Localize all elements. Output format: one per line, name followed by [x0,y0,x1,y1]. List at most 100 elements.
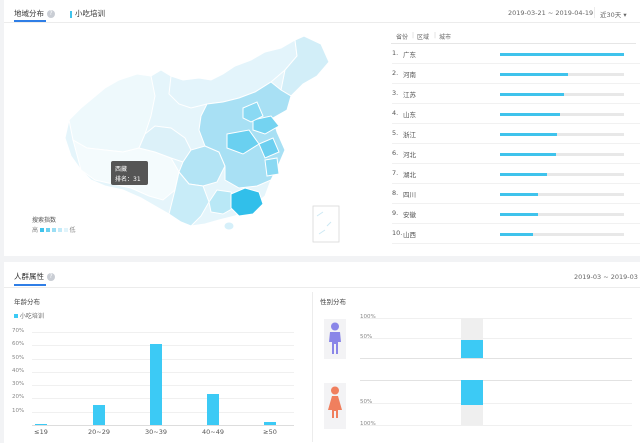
map-legend: 高 低 [32,225,76,234]
ranking-bar-fill [500,73,569,76]
ranking-bar-fill [500,153,556,156]
ranking-bar-track [500,173,624,176]
ranking-row: 9. 安徽 [392,204,640,224]
period-select[interactable]: 近30天 ▾ [600,9,627,19]
period-label: 近30天 [600,11,622,19]
ranking-row: 2. 河南 [392,64,640,84]
map-tooltip: 西藏 排名：31 [111,161,148,185]
map-region-zhejiang [264,157,280,177]
legend-swatch [45,228,50,232]
ranking-province: 湖北 [403,171,416,179]
date-range: 2019-03-21 ~ 2019-04-19 [508,9,594,17]
female-icon [328,386,342,418]
ranking-bar-fill [500,233,534,236]
ranking-tab-province[interactable]: 省份 [396,32,408,41]
ranking-number: 9. [392,209,399,217]
ranking-bar-track [500,153,624,156]
header-divider [594,7,595,18]
gender-y-tick: 50% [360,398,373,405]
ranking-number: 2. [392,69,399,77]
crowd-panel: 人群属性? 2019-03 ~ 2019-03 年龄分布 小吃培训 10% 20%… [4,262,640,443]
south-sea-inset [312,205,340,243]
gender-y-tick: 50% [360,334,373,340]
ranking-bar-track [500,193,624,196]
gender-y-tick: 100% [360,421,376,427]
ranking-row: 7. 湖北 [392,164,640,184]
ranking-row: 3. 江苏 [392,84,640,104]
ranking-bar-track [500,73,624,76]
ranking-number: 10. [392,229,403,237]
ranking-bar-fill [500,213,539,216]
ranking-bar-fill [500,93,565,96]
gender-gridline [360,425,632,426]
ranking-bar-track [500,213,624,216]
map-legend-title: 搜索指数 [32,217,57,224]
gender-gridline [360,338,632,339]
tab-keyword-label: 小吃培训 [75,9,105,18]
header-rule [4,22,640,23]
ranking-bar-track [500,53,624,56]
gender-y-tick: 100% [360,314,376,320]
map-region-hainan [223,221,235,231]
ranking-panel: 省份 | 区域 | 城市 1. 广东 2. 河南 3. 江苏 4. 山东 5. 浙江 6. 河北 7. 湖… [386,30,640,244]
tooltip-rank: 排名：31 [115,176,141,183]
ranking-bar-fill [500,173,548,176]
ranking-tab-area[interactable]: 区域 [417,32,429,41]
ranking-bar-track [500,93,624,96]
chevron-down-icon: ▾ [621,11,627,19]
ranking-tab-separator: | [434,32,437,39]
ranking-province: 四川 [403,191,416,199]
ranking-province: 山东 [403,111,416,119]
ranking-row: 4. 山东 [392,104,640,124]
legend-swatch [39,228,44,232]
ranking-number: 4. [392,109,399,117]
gender-gridline [360,402,632,404]
legend-low-label: 低 [69,227,76,234]
legend-swatch [63,228,68,232]
ranking-number: 5. [392,129,399,137]
region-panel: 地域分布? 小吃培训 2019-03-21 ~ 2019-04-19 近30天 … [4,0,640,256]
tab-region-distribution[interactable]: 地域分布? [14,8,55,19]
tab-keyword[interactable]: 小吃培训 [70,8,105,19]
gender-axis [360,358,632,359]
tab-region-label: 地域分布 [14,9,44,18]
ranking-bar-fill [500,193,539,196]
map-region-guangdong [230,187,264,217]
ranking-bar-track [500,233,624,236]
china-map[interactable] [59,30,349,245]
ranking-province: 浙江 [403,131,416,139]
legend-high-label: 高 [32,227,39,234]
ranking-province: 河北 [403,151,416,159]
ranking-number: 7. [392,169,399,177]
ranking-list: 1. 广东 2. 河南 3. 江苏 4. 山东 5. 浙江 6. 河北 7. 湖北 8. 四川 9. 安徽 10. 山… [392,44,640,244]
ranking-number: 1. [392,49,399,57]
ranking-number: 3. [392,89,399,97]
ranking-row: 1. 广东 [392,44,640,64]
ranking-number: 6. [392,149,399,157]
ranking-bar-track [500,133,624,136]
male-icon [329,322,341,354]
ranking-bar-fill [500,133,558,136]
ranking-tab-separator: | [412,32,415,39]
ranking-bar-fill [500,113,560,116]
legend-swatch [57,228,62,232]
help-icon[interactable]: ? [47,10,55,18]
ranking-province: 安徽 [403,211,416,219]
ranking-bar-track [500,113,624,116]
ranking-number: 8. [392,189,399,197]
male-bar [461,340,483,358]
ranking-row: 6. 河北 [392,144,640,164]
ranking-row: 10. 山西 [392,224,640,244]
ranking-province: 广东 [403,51,416,59]
tooltip-province: 西藏 [115,166,128,173]
ranking-row-rule [392,243,640,244]
keyword-color-marker [70,10,72,18]
gender-axis [360,380,632,381]
ranking-tab-city[interactable]: 城市 [439,32,451,41]
ranking-province: 河南 [403,71,416,79]
ranking-row: 8. 四川 [392,184,640,204]
ranking-bar-fill [500,53,624,56]
gender-distribution-chart: 100% 50% 50% 100% [4,262,640,443]
ranking-province: 江苏 [403,91,416,99]
ranking-row: 5. 浙江 [392,124,640,144]
